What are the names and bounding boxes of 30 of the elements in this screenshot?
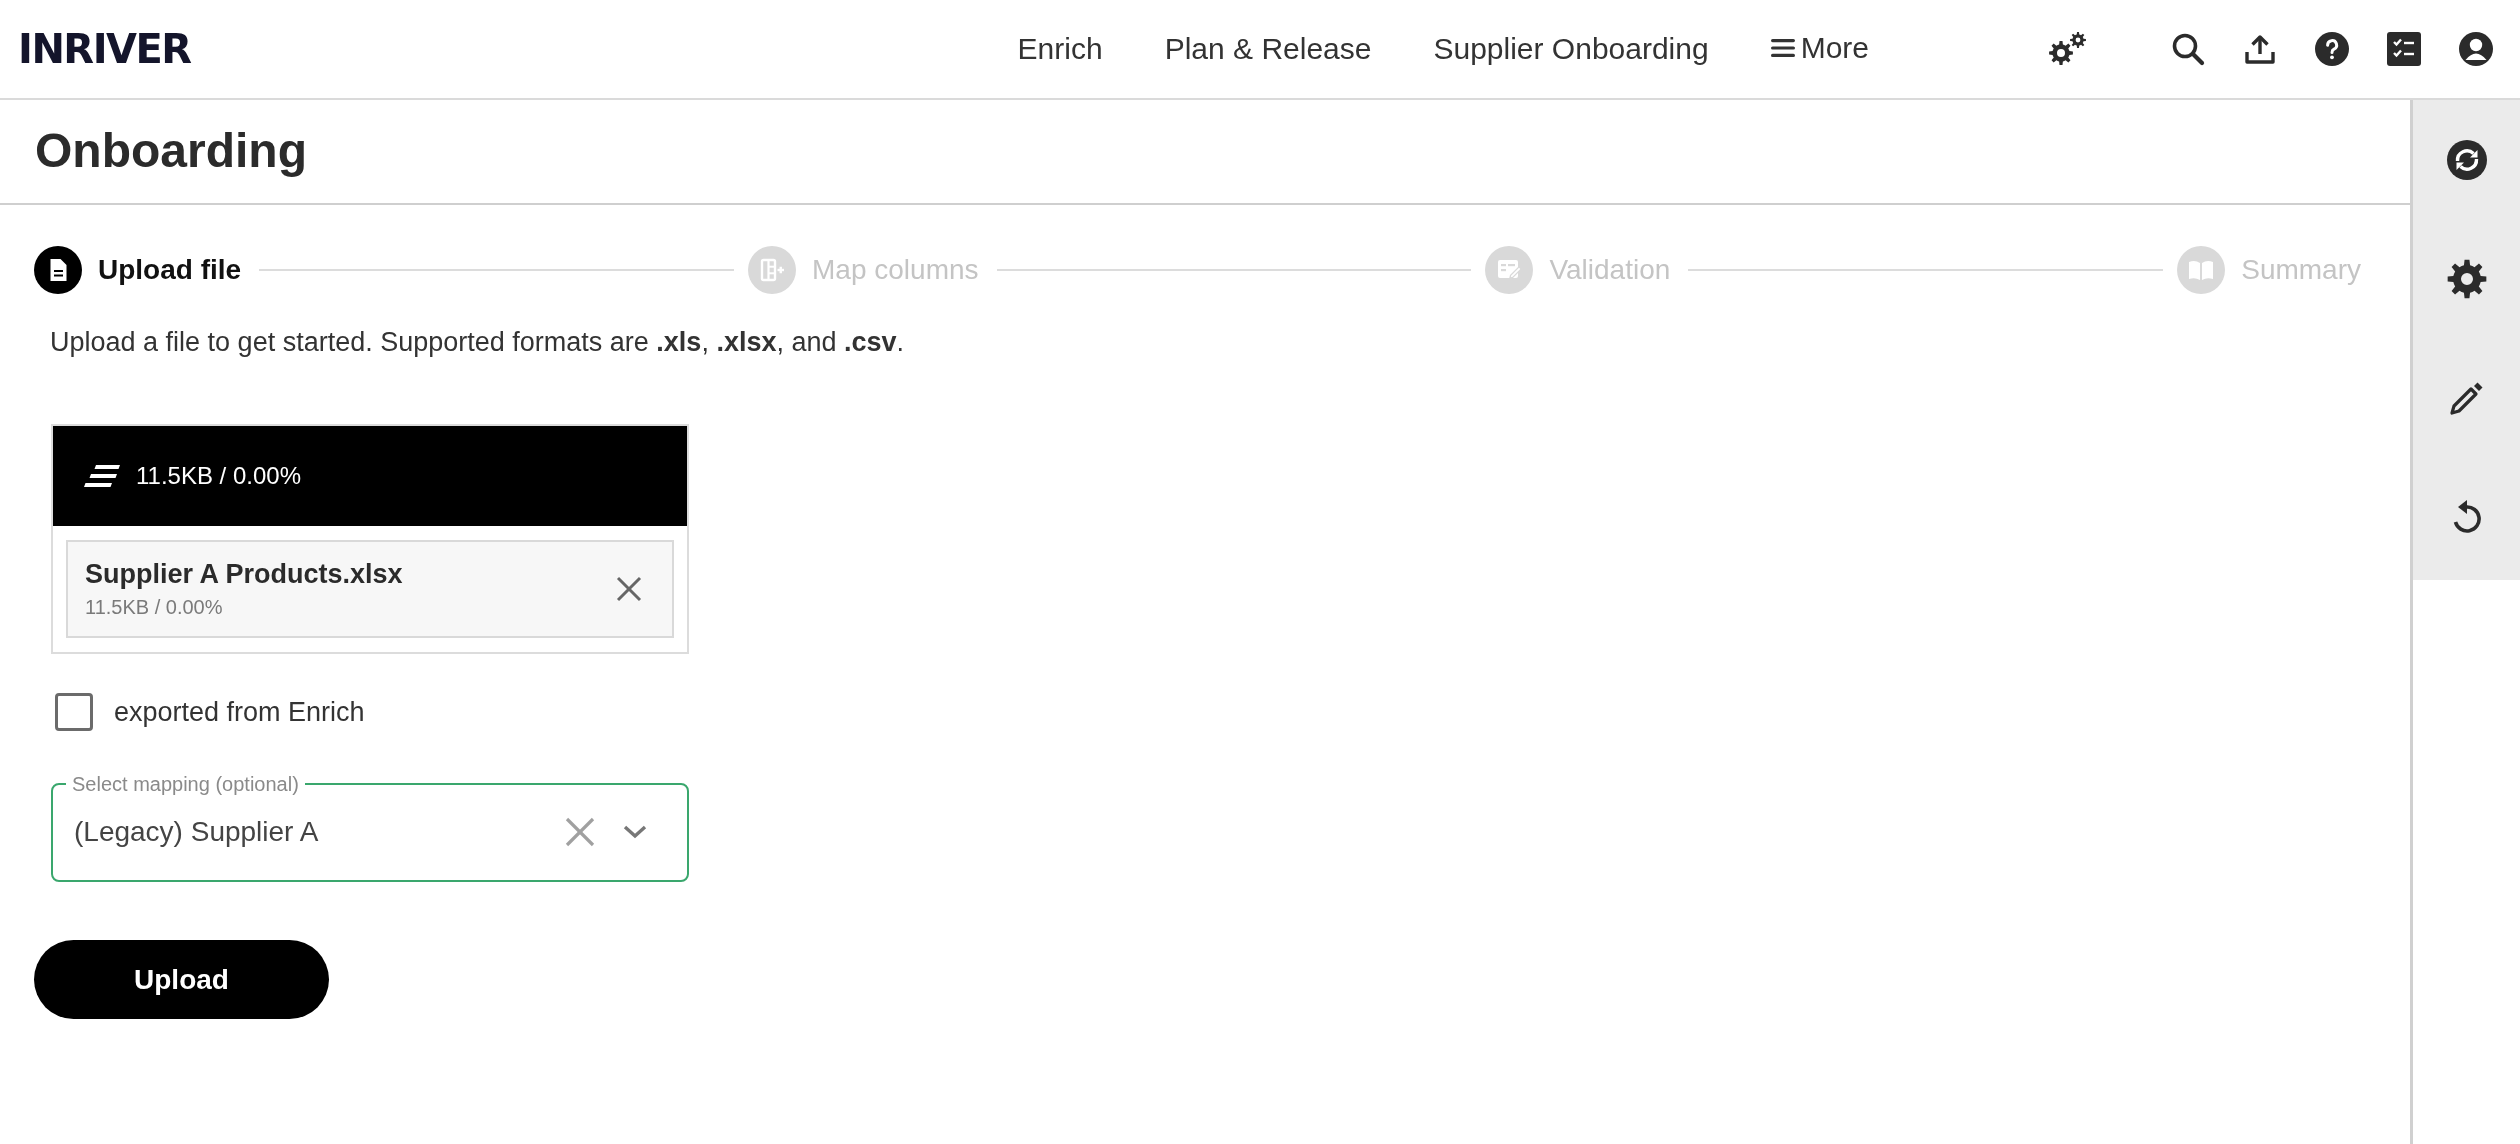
close-icon[interactable] — [616, 576, 642, 602]
file-size: 11.5KB / 0.00% — [85, 596, 224, 619]
sync-icon[interactable] — [2446, 140, 2487, 180]
clear-icon[interactable] — [565, 817, 595, 847]
upload-summary-text: 11.5KB / 0.00% — [136, 462, 301, 490]
nav-link[interactable]: Plan & Release — [1164, 32, 1372, 66]
settings-icon[interactable] — [2047, 31, 2087, 67]
upload-icon[interactable] — [2243, 32, 2277, 66]
brand-logo[interactable]: INRIVER — [18, 29, 191, 69]
search-icon[interactable] — [2171, 32, 2205, 66]
checkbox[interactable] — [55, 693, 93, 731]
checkbox-label: exported from Enrich — [114, 696, 365, 728]
nav-link[interactable]: Supplier Onboarding — [1433, 32, 1709, 66]
step-label: Validation — [1549, 254, 1671, 286]
step-label: Upload file — [98, 254, 242, 286]
upload-button[interactable]: Upload — [34, 940, 329, 1019]
step-label: Map columns — [812, 254, 979, 286]
settings-icon[interactable] — [2446, 259, 2487, 299]
checklist-icon[interactable] — [2387, 32, 2421, 66]
lines-icon — [84, 465, 120, 487]
file-name: Supplier A Products.xlsx — [85, 559, 403, 590]
nav-link[interactable]: Enrich — [1017, 32, 1103, 66]
page-title: Onboarding — [35, 125, 307, 178]
help-icon[interactable] — [2315, 32, 2349, 66]
menu-icon — [1770, 37, 1795, 58]
step-label: Summary — [2241, 254, 2361, 286]
user-icon[interactable] — [2459, 32, 2493, 66]
instructions-text: Upload a file to get started. Supported formats are .xls, .xlsx, and .csv. — [50, 326, 905, 359]
chevron-down-icon[interactable] — [623, 825, 647, 839]
more-menu-button[interactable]: More — [1770, 30, 1869, 65]
